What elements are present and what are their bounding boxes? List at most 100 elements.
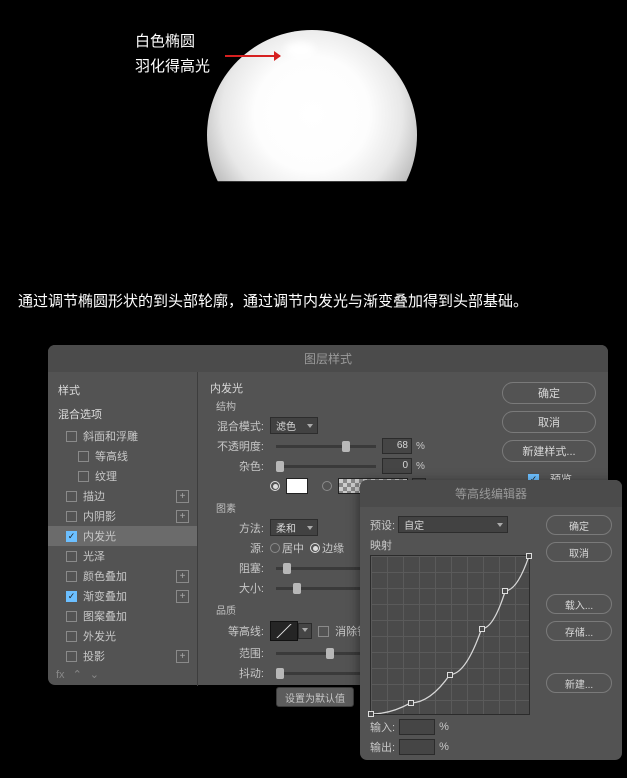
contour-curve-grid[interactable] bbox=[370, 555, 530, 715]
style-checkbox[interactable] bbox=[66, 611, 77, 622]
style-row-9[interactable]: 图案叠加 bbox=[48, 606, 197, 626]
new-style-button[interactable]: 新建样式... bbox=[502, 440, 596, 462]
style-row-5[interactable]: 内发光 bbox=[48, 526, 197, 546]
opacity-slider[interactable] bbox=[276, 445, 376, 448]
style-checkbox[interactable] bbox=[66, 431, 77, 442]
noise-value[interactable]: 0 bbox=[382, 458, 412, 474]
annotation-1: 白色椭圆 bbox=[135, 30, 195, 51]
style-label: 描边 bbox=[83, 488, 105, 504]
style-checkbox[interactable] bbox=[66, 631, 77, 642]
fx-up-icon[interactable]: ⌃ bbox=[73, 668, 82, 681]
size-label: 大小: bbox=[210, 580, 264, 596]
highlight-spot bbox=[285, 42, 315, 58]
style-row-6[interactable]: 光泽 bbox=[48, 546, 197, 566]
arrow-icon bbox=[225, 55, 280, 57]
hemisphere-illustration bbox=[207, 30, 417, 240]
solid-color-swatch[interactable] bbox=[286, 478, 308, 494]
contour-swatch[interactable] bbox=[270, 621, 298, 641]
style-row-4[interactable]: 内阴影+ bbox=[48, 506, 197, 526]
curve-point[interactable] bbox=[368, 711, 374, 717]
style-label: 内发光 bbox=[83, 528, 116, 544]
style-checkbox[interactable] bbox=[78, 471, 89, 482]
style-label: 等高线 bbox=[95, 448, 128, 464]
structure-label: 结构 bbox=[216, 398, 476, 413]
choke-label: 阻塞: bbox=[210, 560, 264, 576]
output-value[interactable] bbox=[399, 739, 435, 755]
source-center-radio[interactable] bbox=[270, 543, 280, 553]
contour-editor-dialog: 等高线编辑器 预设: 自定 映射 输入: % 输出: bbox=[360, 480, 622, 760]
color-radio-solid[interactable] bbox=[270, 481, 280, 491]
contour-dropdown-icon[interactable] bbox=[298, 623, 312, 639]
mapping-label: 映射 bbox=[370, 537, 535, 553]
style-label: 图案叠加 bbox=[83, 608, 127, 624]
style-row-10[interactable]: 外发光 bbox=[48, 626, 197, 646]
curve-point[interactable] bbox=[479, 626, 485, 632]
fx-label: fx bbox=[56, 669, 65, 681]
style-row-3[interactable]: 描边 + bbox=[48, 486, 197, 506]
style-label: 外发光 bbox=[83, 628, 116, 644]
style-row-1[interactable]: 等高线 bbox=[48, 446, 197, 466]
panel-title: 内发光 bbox=[210, 380, 476, 396]
source-edge-label: 边缘 bbox=[322, 540, 344, 556]
add-effect-icon[interactable]: + bbox=[176, 510, 189, 523]
preset-dropdown[interactable]: 自定 bbox=[398, 516, 508, 533]
style-row-11[interactable]: 投影 + bbox=[48, 646, 197, 666]
noise-slider[interactable] bbox=[276, 465, 376, 468]
technique-dropdown[interactable]: 柔和 bbox=[270, 519, 318, 536]
blend-options-header[interactable]: 混合选项 bbox=[48, 402, 197, 426]
curve-point[interactable] bbox=[447, 672, 453, 678]
pct-sign: % bbox=[416, 441, 425, 452]
style-checkbox[interactable] bbox=[66, 651, 77, 662]
style-row-2[interactable]: 纹理 bbox=[48, 466, 197, 486]
contour-ok-button[interactable]: 确定 bbox=[546, 515, 612, 535]
style-checkbox[interactable] bbox=[66, 591, 77, 602]
output-label: 输出: bbox=[370, 739, 395, 755]
add-effect-icon[interactable]: + bbox=[176, 650, 189, 663]
add-effect-icon[interactable]: + bbox=[176, 490, 189, 503]
add-effect-icon[interactable]: + bbox=[176, 590, 189, 603]
style-checkbox[interactable] bbox=[66, 531, 77, 542]
opacity-value[interactable]: 68 bbox=[382, 438, 412, 454]
style-label: 渐变叠加 bbox=[83, 588, 127, 604]
technique-label: 方法: bbox=[210, 520, 264, 536]
contour-cancel-button[interactable]: 取消 bbox=[546, 542, 612, 562]
curve-point[interactable] bbox=[526, 553, 532, 559]
blend-mode-dropdown[interactable]: 滤色 bbox=[270, 417, 318, 434]
style-row-0[interactable]: 斜面和浮雕 bbox=[48, 426, 197, 446]
curve-point[interactable] bbox=[502, 588, 508, 594]
style-list-panel: 样式 混合选项 斜面和浮雕等高线纹理描边+内阴影+内发光光泽颜色叠加+渐变叠加+… bbox=[48, 372, 198, 686]
dialog-title: 图层样式 bbox=[48, 345, 608, 372]
style-label: 斜面和浮雕 bbox=[83, 428, 138, 444]
style-checkbox[interactable] bbox=[66, 491, 77, 502]
opacity-label: 不透明度: bbox=[210, 438, 264, 454]
style-checkbox[interactable] bbox=[66, 511, 77, 522]
fx-down-icon[interactable]: ⌄ bbox=[90, 668, 99, 681]
set-default-button[interactable]: 设置为默认值 bbox=[276, 687, 354, 707]
range-label: 范围: bbox=[210, 645, 264, 661]
style-checkbox[interactable] bbox=[78, 451, 89, 462]
color-radio-gradient[interactable] bbox=[322, 481, 332, 491]
source-edge-radio[interactable] bbox=[310, 543, 320, 553]
preset-label: 预设: bbox=[370, 517, 395, 533]
style-row-8[interactable]: 渐变叠加 + bbox=[48, 586, 197, 606]
style-row-7[interactable]: 颜色叠加+ bbox=[48, 566, 197, 586]
antialias-checkbox[interactable] bbox=[318, 626, 329, 637]
input-value[interactable] bbox=[399, 719, 435, 735]
style-label: 投影 bbox=[83, 648, 105, 664]
output-pct: % bbox=[439, 741, 449, 753]
style-label: 纹理 bbox=[95, 468, 117, 484]
ok-button[interactable]: 确定 bbox=[502, 382, 596, 404]
style-checkbox[interactable] bbox=[66, 551, 77, 562]
contour-new-button[interactable]: 新建... bbox=[546, 673, 612, 693]
blend-mode-label: 混合模式: bbox=[210, 418, 264, 434]
styles-header[interactable]: 样式 bbox=[48, 378, 197, 402]
style-checkbox[interactable] bbox=[66, 571, 77, 582]
cancel-button[interactable]: 取消 bbox=[502, 411, 596, 433]
contour-save-button[interactable]: 存储... bbox=[546, 621, 612, 641]
description-text: 通过调节椭圆形状的到头部轮廓，通过调节内发光与渐变叠加得到头部基础。 bbox=[18, 290, 609, 311]
add-effect-icon[interactable]: + bbox=[176, 570, 189, 583]
contour-dialog-title: 等高线编辑器 bbox=[360, 480, 622, 507]
curve-point[interactable] bbox=[408, 700, 414, 706]
input-label: 输入: bbox=[370, 719, 395, 735]
contour-load-button[interactable]: 载入... bbox=[546, 594, 612, 614]
